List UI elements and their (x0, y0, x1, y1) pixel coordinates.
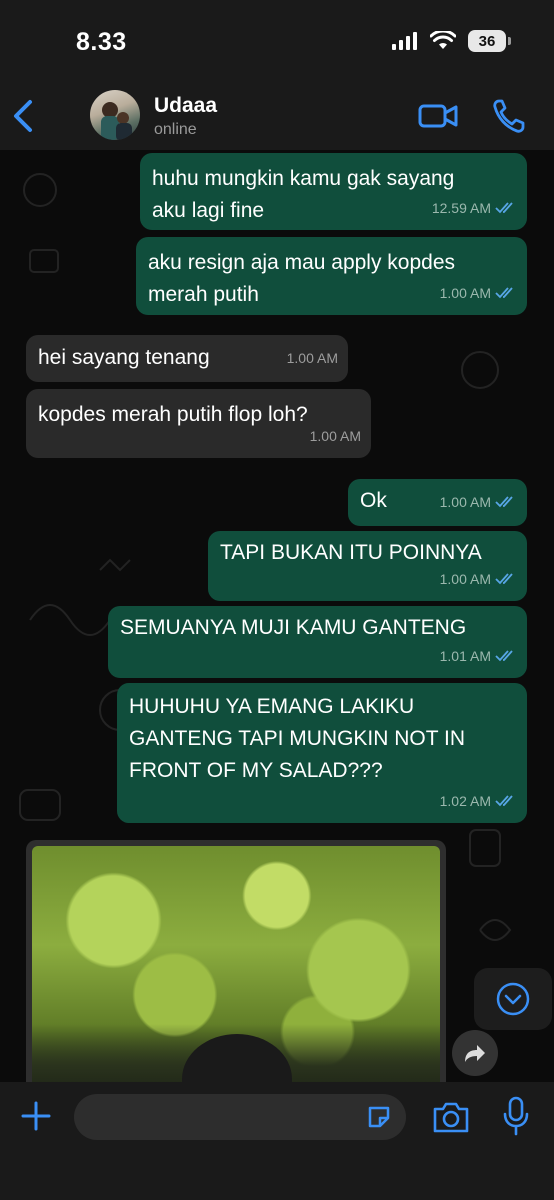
back-chevron-icon[interactable] (10, 98, 40, 134)
battery-indicator: 36 (468, 30, 511, 52)
message-meta: 1.00 AM (440, 277, 517, 309)
message-bubble-outgoing[interactable]: TAPI BUKAN ITU POINNYA 1.00 AM (208, 531, 527, 601)
wifi-icon (430, 31, 456, 49)
message-time: 12.59 AM (431, 200, 491, 216)
composer-bar (0, 1082, 554, 1200)
contact-name[interactable]: Udaaa (154, 94, 217, 118)
forward-button[interactable] (452, 1030, 498, 1076)
microphone-icon[interactable] (502, 1096, 530, 1136)
message-bubble-outgoing[interactable]: huhu mungkin kamu gak sayang aku lagi fi… (140, 153, 527, 230)
contact-avatar[interactable] (90, 90, 140, 140)
message-time: 1.02 AM (439, 793, 491, 809)
read-ticks-icon (495, 795, 513, 807)
message-text: huhu mungkin kamu gak sayang (152, 167, 455, 190)
message-meta: 12.59 AM (432, 192, 517, 224)
message-time: 1.00 AM (439, 285, 491, 301)
avatar-photo (101, 102, 132, 140)
message-bubble-outgoing[interactable]: Ok 1.00 AM (348, 479, 527, 526)
message-time: 1.01 AM (439, 648, 491, 664)
status-time: 8.33 (76, 28, 127, 56)
message-text: GANTENG TAPI MUNGKIN NOT IN (129, 727, 466, 750)
message-bubble-outgoing[interactable]: aku resign aja mau apply kopdes merah pu… (136, 237, 527, 315)
read-ticks-icon (495, 496, 513, 508)
read-ticks-icon (495, 573, 513, 585)
sticker-icon[interactable] (366, 1104, 392, 1130)
phone-icon[interactable] (492, 98, 526, 134)
plus-icon[interactable] (20, 1100, 52, 1132)
message-input[interactable] (74, 1094, 406, 1140)
camera-icon[interactable] (432, 1100, 470, 1134)
message-text: HUHUHU YA EMANG LAKIKU (129, 695, 415, 718)
message-meta: 1.00 AM (440, 563, 517, 595)
message-meta: 1.00 AM (310, 420, 361, 452)
signal-icon (392, 32, 417, 50)
status-icons: 36 (392, 30, 511, 52)
message-bubble-outgoing[interactable]: HUHUHU YA EMANG LAKIKU GANTENG TAPI MUNG… (117, 683, 527, 823)
scroll-to-bottom-button[interactable] (474, 968, 552, 1030)
message-bubble-incoming[interactable]: kopdes merah putih flop loh? 1.00 AM (26, 389, 371, 458)
message-bubble-incoming[interactable]: hei sayang tenang 1.00 AM (26, 335, 348, 382)
message-time: 1.00 AM (439, 571, 491, 587)
message-meta: 1.01 AM (440, 640, 517, 672)
chevron-down-circle-icon (496, 982, 530, 1016)
forward-arrow-icon (465, 1045, 485, 1062)
message-time: 1.00 AM (309, 428, 361, 444)
message-meta: 1.00 AM (440, 486, 517, 518)
message-meta: 1.02 AM (440, 785, 517, 817)
message-text: FRONT OF MY SALAD??? (129, 759, 383, 782)
contact-status: online (154, 121, 197, 138)
message-text: aku resign aja mau apply kopdes (148, 251, 456, 274)
chat-header: 8.33 36 Udaaa online (0, 0, 554, 150)
video-call-icon[interactable] (418, 100, 458, 132)
read-ticks-icon (495, 287, 513, 299)
message-bubble-outgoing[interactable]: SEMUANYA MUJI KAMU GANTENG 1.01 AM (108, 606, 527, 678)
read-ticks-icon (495, 650, 513, 662)
message-time: 1.00 AM (439, 494, 491, 510)
photo-image[interactable] (32, 846, 440, 1094)
read-ticks-icon (495, 202, 513, 214)
message-time: 1.00 AM (286, 350, 338, 366)
message-meta: 1.00 AM (287, 342, 338, 374)
photo-message-incoming[interactable] (26, 840, 446, 1100)
